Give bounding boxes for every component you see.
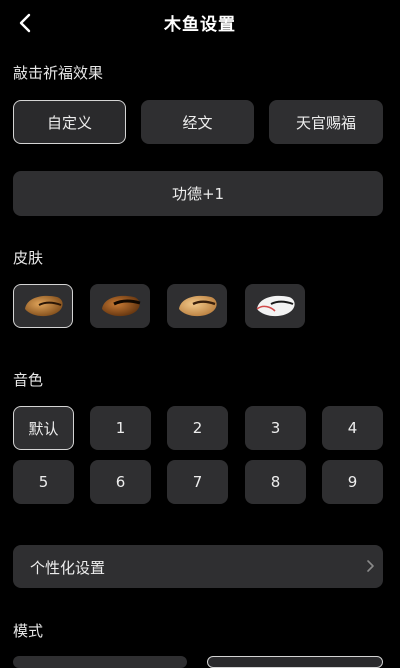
mode-section-label: 模式 bbox=[13, 622, 44, 640]
skin-option-2[interactable] bbox=[90, 284, 150, 328]
merit-text-value: 功德+1 bbox=[171, 185, 225, 203]
tone-option-8[interactable]: 8 bbox=[245, 460, 306, 504]
skin-option-1[interactable] bbox=[13, 284, 73, 328]
personalize-settings-label: 个性化设置 bbox=[30, 559, 106, 577]
effect-option-label: 自定义 bbox=[46, 113, 92, 132]
effect-option-label: 天官赐福 bbox=[295, 113, 356, 132]
tone-option-default[interactable]: 默认 bbox=[13, 406, 74, 450]
page-title: 木鱼设置 bbox=[164, 15, 236, 35]
tone-option-label: 4 bbox=[347, 419, 358, 437]
tone-option-label: 3 bbox=[270, 419, 281, 437]
header-bar: 木鱼设置 bbox=[0, 0, 400, 46]
wooden-fish-white-icon bbox=[256, 295, 295, 317]
wooden-fish-dark-icon bbox=[102, 295, 141, 317]
skin-option-3[interactable] bbox=[167, 284, 227, 328]
skin-section-label: 皮肤 bbox=[13, 249, 44, 267]
tone-option-6[interactable]: 6 bbox=[90, 460, 151, 504]
tone-option-label: 1 bbox=[115, 419, 126, 437]
mode-option-2[interactable] bbox=[207, 656, 383, 668]
tone-option-label: 5 bbox=[38, 473, 49, 491]
tone-option-2[interactable]: 2 bbox=[167, 406, 228, 450]
tone-option-label: 默认 bbox=[28, 419, 59, 438]
tone-option-label: 9 bbox=[347, 473, 358, 491]
effect-option-label: 经文 bbox=[182, 113, 213, 132]
tone-option-1[interactable]: 1 bbox=[90, 406, 151, 450]
tone-option-label: 7 bbox=[192, 473, 203, 491]
tone-option-9[interactable]: 9 bbox=[322, 460, 383, 504]
personalize-settings-button[interactable]: 个性化设置 bbox=[13, 545, 383, 588]
effect-option-custom[interactable]: 自定义 bbox=[13, 100, 126, 144]
effect-option-blessing[interactable]: 天官赐福 bbox=[269, 100, 383, 144]
tone-option-label: 8 bbox=[270, 473, 281, 491]
tone-section-label: 音色 bbox=[13, 371, 44, 389]
tone-option-4[interactable]: 4 bbox=[322, 406, 383, 450]
merit-text-input[interactable]: 功德+1 bbox=[13, 171, 383, 216]
tone-option-label: 2 bbox=[192, 419, 203, 437]
mode-option-1[interactable] bbox=[13, 656, 187, 668]
wooden-fish-light-icon bbox=[179, 295, 217, 317]
chevron-right-icon bbox=[367, 560, 374, 572]
effect-section-label: 敲击祈福效果 bbox=[13, 64, 104, 82]
tone-option-5[interactable]: 5 bbox=[13, 460, 74, 504]
effect-option-scripture[interactable]: 经文 bbox=[141, 100, 254, 144]
tone-option-7[interactable]: 7 bbox=[167, 460, 228, 504]
tone-option-label: 6 bbox=[115, 473, 126, 491]
wooden-fish-brown-icon bbox=[25, 295, 63, 317]
tone-option-3[interactable]: 3 bbox=[245, 406, 306, 450]
skin-option-4[interactable] bbox=[245, 284, 305, 328]
